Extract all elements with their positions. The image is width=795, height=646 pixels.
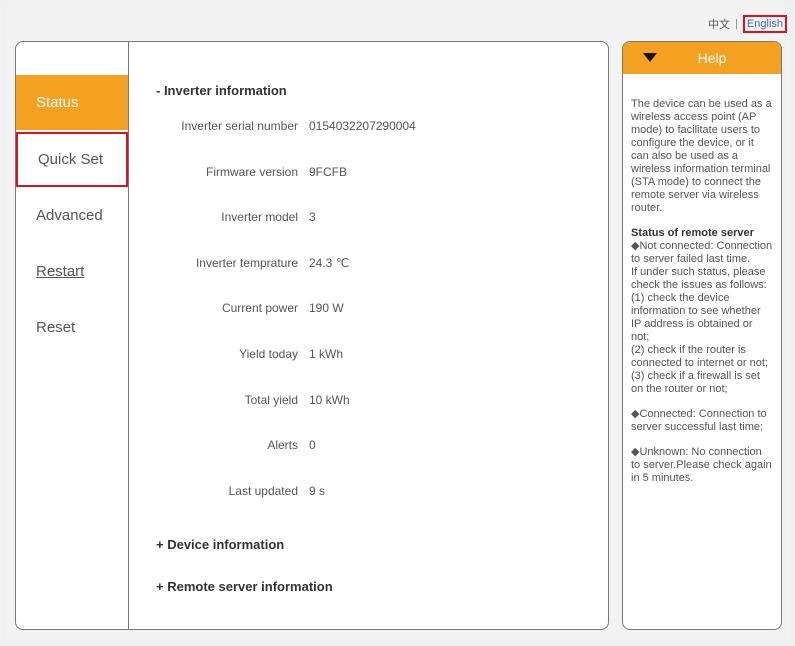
info-row-firmware: Firmware version 9FCFB <box>129 165 549 183</box>
info-label: Inverter serial number <box>181 119 298 133</box>
nav-item-label: Status <box>36 94 79 111</box>
help-not-connected: ◆Not connected: Connection to server fai… <box>631 240 773 265</box>
info-value: 0 <box>309 438 316 452</box>
language-switcher: 中文 | English <box>708 15 787 33</box>
language-separator: | <box>735 18 738 30</box>
device-info-toggle[interactable]: + Device information <box>156 537 284 552</box>
inverter-info-toggle[interactable]: - Inverter information <box>156 83 287 98</box>
nav-item-restart[interactable]: Restart <box>16 244 128 299</box>
info-value: 1 kWh <box>309 347 344 361</box>
info-row-model: Inverter model 3 <box>129 210 549 228</box>
help-check-intro: If under such status, please check the i… <box>631 266 767 291</box>
info-label: Alerts <box>267 438 298 452</box>
info-label: Firmware version <box>205 165 298 179</box>
help-body: The device can be used as a wireless acc… <box>623 74 781 485</box>
help-spacer <box>631 396 773 408</box>
info-row-total-yield: Total yield 10 kWh <box>129 393 549 411</box>
info-label: Yield today <box>239 347 298 361</box>
info-label: Total yield <box>244 393 298 407</box>
info-label: Current power <box>221 301 298 315</box>
info-value: 190 W <box>309 301 344 315</box>
info-row-yield-today: Yield today 1 kWh <box>129 347 549 365</box>
help-header[interactable]: Help <box>623 42 781 74</box>
help-check-1: (1) check the device information to see … <box>631 292 761 343</box>
remote-server-info-toggle[interactable]: + Remote server information <box>156 579 333 594</box>
help-title: Help <box>697 50 727 66</box>
info-row-serial: Inverter serial number 0154032207290004 <box>129 119 549 137</box>
info-row-alerts: Alerts 0 <box>129 438 549 456</box>
info-value: 9FCFB <box>309 165 348 179</box>
help-check-2: (2) check if the router is connected to … <box>631 344 768 369</box>
help-connected: ◆Connected: Connection to server success… <box>631 408 767 433</box>
language-english-link[interactable]: English <box>742 15 787 33</box>
info-value: 10 kWh <box>309 393 350 407</box>
info-label: Last updated <box>228 484 298 498</box>
main-panel: Status Quick Set Advanced Restart Reset … <box>15 41 609 630</box>
info-label: Inverter temprature <box>195 256 298 270</box>
help-status-title: Status of remote server <box>631 227 754 239</box>
help-check-3: (3) check if a firewall is set on the ro… <box>631 370 760 395</box>
info-value: 24.3 ℃ <box>309 256 350 270</box>
help-panel: Help The device can be used as a wireles… <box>622 41 782 630</box>
language-chinese-link[interactable]: 中文 <box>708 16 730 32</box>
info-row-temperature: Inverter temprature 24.3 ℃ <box>129 256 549 274</box>
status-content: - Inverter information Inverter serial n… <box>129 42 608 629</box>
help-intro: The device can be used as a wireless acc… <box>631 98 772 214</box>
info-value: 9 s <box>309 484 326 498</box>
info-label: Inverter model <box>221 210 298 224</box>
info-row-last-updated: Last updated 9 s <box>129 484 549 502</box>
help-unknown: ◆Unknown: No connection to server.Please… <box>631 446 772 484</box>
info-row-current-power: Current power 190 W <box>129 301 549 319</box>
info-value: 0154032207290004 <box>309 119 416 133</box>
info-value: 3 <box>309 210 316 224</box>
nav-item-label: Reset <box>36 319 76 336</box>
